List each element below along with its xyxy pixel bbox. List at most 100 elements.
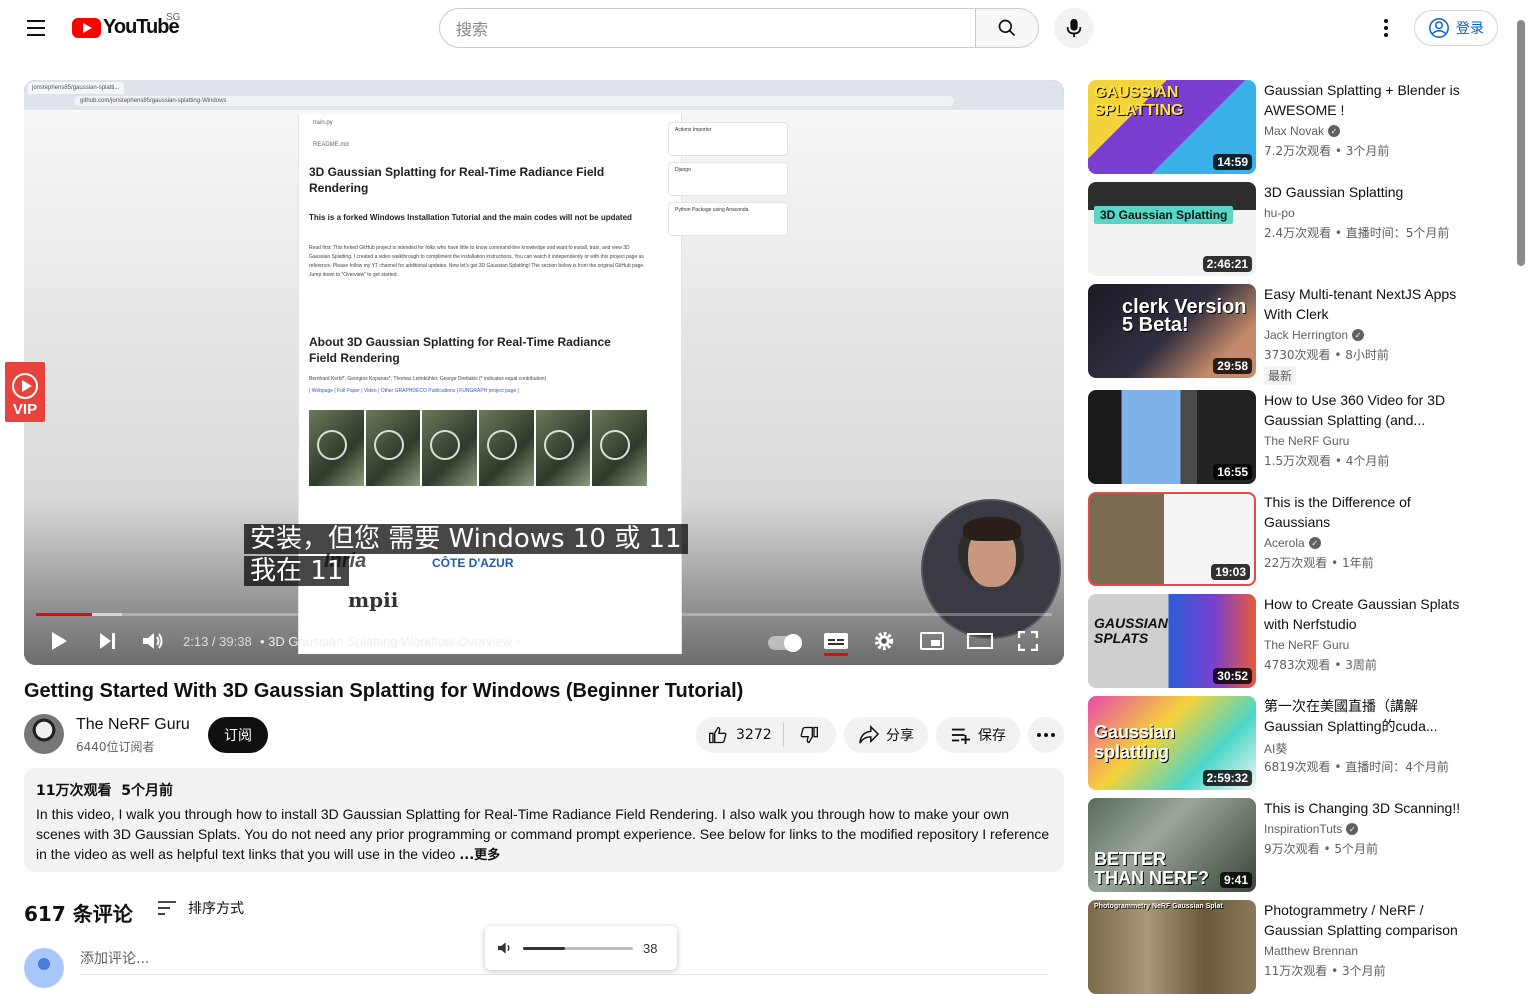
theater-mode-button[interactable] xyxy=(966,628,994,654)
side-card: Actions Importer xyxy=(668,122,788,156)
recommendation-title[interactable]: This is the Difference of Gaussians xyxy=(1264,492,1472,532)
video-thumbnail[interactable]: GAUSSIAN SPLATTING 14:59 xyxy=(1088,80,1256,174)
autoplay-toggle[interactable] xyxy=(768,634,802,652)
like-button[interactable]: 3272 xyxy=(696,723,784,747)
channel-label: Jack Herrington xyxy=(1264,328,1349,342)
video-thumbnail[interactable]: Gaussian splatting 2:59:32 xyxy=(1088,696,1256,790)
recommendation-channel[interactable]: Matthew Brennan xyxy=(1264,944,1358,958)
settings-button[interactable] xyxy=(870,628,898,654)
bike-image xyxy=(365,410,421,486)
recommendation-title[interactable]: This is Changing 3D Scanning!! xyxy=(1264,798,1472,818)
subscribe-button[interactable]: 订阅 xyxy=(208,717,268,753)
recommendation-channel[interactable]: AI葵 xyxy=(1264,740,1287,757)
recommendation-channel[interactable]: Acerola ✓ xyxy=(1264,536,1321,550)
page-scrollbar[interactable] xyxy=(1517,20,1525,266)
video-thumbnail[interactable]: 16:55 xyxy=(1088,390,1256,484)
video-thumbnail[interactable]: clerk Version 5 Beta! 29:58 xyxy=(1088,284,1256,378)
sort-comments-button[interactable]: 排序方式 xyxy=(156,898,244,918)
recommendation-meta: 9万次观看 • 5个月前 xyxy=(1264,842,1378,856)
doc-authors: Bernhard Kerbl*, Georgios Kopanas*, Thom… xyxy=(309,376,547,382)
miniplayer-button[interactable] xyxy=(918,628,946,654)
voice-search-button[interactable] xyxy=(1054,8,1094,48)
show-more-link[interactable]: ...更多 xyxy=(459,848,500,863)
recommendation-item[interactable]: Gaussian splatting 2:59:32 第一次在美國直播（講解Ga… xyxy=(1088,696,1488,790)
search-input[interactable]: 搜索 xyxy=(439,8,976,48)
side-card: Django xyxy=(668,162,788,196)
volume-icon xyxy=(143,633,163,649)
recommendation-channel[interactable]: Max Novak ✓ xyxy=(1264,124,1341,138)
recommendation-item[interactable]: Photogrammetry NeRF Gaussian Splat Photo… xyxy=(1088,900,1488,994)
search-icon xyxy=(998,19,1016,37)
caption-text: 安装，但您 需要 Windows 10 或 11 我在 11 xyxy=(244,523,696,587)
description-box[interactable]: 11万次观看 5个月前 In this video, I walk you th… xyxy=(24,768,1064,872)
dislike-button[interactable] xyxy=(784,725,834,745)
comments-count: 617 条评论 xyxy=(24,902,133,926)
verified-icon: ✓ xyxy=(1352,329,1365,341)
recommendation-title[interactable]: Photogrammetry / NeRF / Gaussian Splatti… xyxy=(1264,900,1472,940)
progress-bar[interactable] xyxy=(36,613,1052,616)
channel-label: Max Novak xyxy=(1264,124,1325,138)
recommendation-title[interactable]: Gaussian Splatting + Blender is AWESOME … xyxy=(1264,80,1472,120)
sort-label: 排序方式 xyxy=(188,901,244,917)
youtube-logo[interactable]: YouTube xyxy=(72,16,180,39)
vip-badge[interactable]: VIP xyxy=(5,362,45,422)
recommendation-channel[interactable]: The NeRF Guru xyxy=(1264,638,1349,652)
video-duration: 2:46:21 xyxy=(1202,256,1252,272)
recommendation-title[interactable]: How to Use 360 Video for 3D Gaussian Spl… xyxy=(1264,390,1472,430)
menu-icon[interactable] xyxy=(20,12,52,44)
recommendation-item[interactable]: GAUSSIAN SPLATTING 14:59 Gaussian Splatt… xyxy=(1088,80,1488,174)
recommendation-item[interactable]: BETTER THAN NERF? 9:41 This is Changing … xyxy=(1088,798,1488,892)
fullscreen-button[interactable] xyxy=(1014,628,1042,654)
channel-label: hu-po xyxy=(1264,206,1295,220)
channel-avatar[interactable] xyxy=(24,714,64,754)
miniplayer-icon xyxy=(920,632,944,650)
recommendation-item[interactable]: 16:55 How to Use 360 Video for 3D Gaussi… xyxy=(1088,390,1488,484)
recommendation-title[interactable]: 第一次在美國直播（講解Gaussian Splatting的cuda... xyxy=(1264,696,1472,736)
recommendation-channel[interactable]: The NeRF Guru xyxy=(1264,434,1349,448)
thumbnail-text: BETTER THAN NERF? xyxy=(1094,849,1209,888)
play-button[interactable] xyxy=(46,628,72,654)
recommendation-channel[interactable]: InspirationTuts ✓ xyxy=(1264,822,1359,836)
channel-name[interactable]: The NeRF Guru xyxy=(76,716,190,734)
volume-value: 38 xyxy=(643,940,658,956)
video-player[interactable]: jonstephens85/gaussian-splatti... github… xyxy=(24,80,1064,665)
subtitles-button[interactable] xyxy=(822,628,850,654)
video-thumbnail[interactable]: Photogrammetry NeRF Gaussian Splat xyxy=(1088,900,1256,994)
doc-paragraph: Read first: This forked GitHub project i… xyxy=(309,245,645,278)
settings-menu-icon[interactable] xyxy=(1370,12,1402,44)
save-label: 保存 xyxy=(978,728,1006,744)
recommendation-item[interactable]: GAUSSIAN SPLATS 30:52 How to Create Gaus… xyxy=(1088,594,1488,688)
volume-popup: 38 xyxy=(485,926,677,970)
recommendation-item[interactable]: 3D Gaussian Splatting 2:46:21 3D Gaussia… xyxy=(1088,182,1488,276)
file-row: train.py xyxy=(313,120,333,126)
recommendation-item[interactable]: clerk Version 5 Beta! 29:58 Easy Multi-t… xyxy=(1088,284,1488,385)
new-badge: 最新 xyxy=(1264,366,1297,385)
recommendation-channel[interactable]: Jack Herrington ✓ xyxy=(1264,328,1365,342)
video-thumbnail[interactable]: GAUSSIAN SPLATS 30:52 xyxy=(1088,594,1256,688)
recommendation-title[interactable]: Easy Multi-tenant NextJS Apps With Clerk xyxy=(1264,284,1472,324)
volume-slider[interactable] xyxy=(523,946,633,950)
account-icon xyxy=(1429,18,1449,38)
save-button[interactable]: 保存 xyxy=(936,717,1020,753)
share-button[interactable]: 分享 xyxy=(844,717,928,753)
channel-label: The NeRF Guru xyxy=(1264,434,1350,448)
recommendation-channel[interactable]: hu-po xyxy=(1264,206,1295,220)
video-thumbnail[interactable]: BETTER THAN NERF? 9:41 xyxy=(1088,798,1256,892)
search-button[interactable] xyxy=(975,8,1039,48)
next-button[interactable] xyxy=(94,628,120,654)
recommendation-meta: 7.2万次观看 • 3个月前 xyxy=(1264,144,1390,158)
recommendation-title[interactable]: 3D Gaussian Splatting xyxy=(1264,182,1472,202)
video-thumbnail[interactable]: 3D Gaussian Splatting 2:46:21 xyxy=(1088,182,1256,276)
recommendation-title[interactable]: How to Create Gaussian Splats with Nerfs… xyxy=(1264,594,1472,634)
video-title: Getting Started With 3D Gaussian Splatti… xyxy=(24,680,744,702)
video-duration: 9:41 xyxy=(1219,872,1252,888)
mute-button[interactable] xyxy=(140,628,166,654)
recommendation-item[interactable]: 19:03 This is the Difference of Gaussian… xyxy=(1088,492,1488,586)
thumbnail-text: 3D Gaussian Splatting xyxy=(1094,206,1234,224)
video-thumbnail[interactable]: 19:03 xyxy=(1088,492,1256,586)
more-actions-icon[interactable] xyxy=(1028,717,1064,753)
recommendation-meta: 4783次观看 • 3周前 xyxy=(1264,658,1377,672)
captions-active-indicator xyxy=(824,653,848,656)
chapter-title[interactable]: • 3D Gaussian Splatting Workflow Overvie… xyxy=(260,634,520,649)
signin-button[interactable]: 登录 xyxy=(1414,10,1498,46)
